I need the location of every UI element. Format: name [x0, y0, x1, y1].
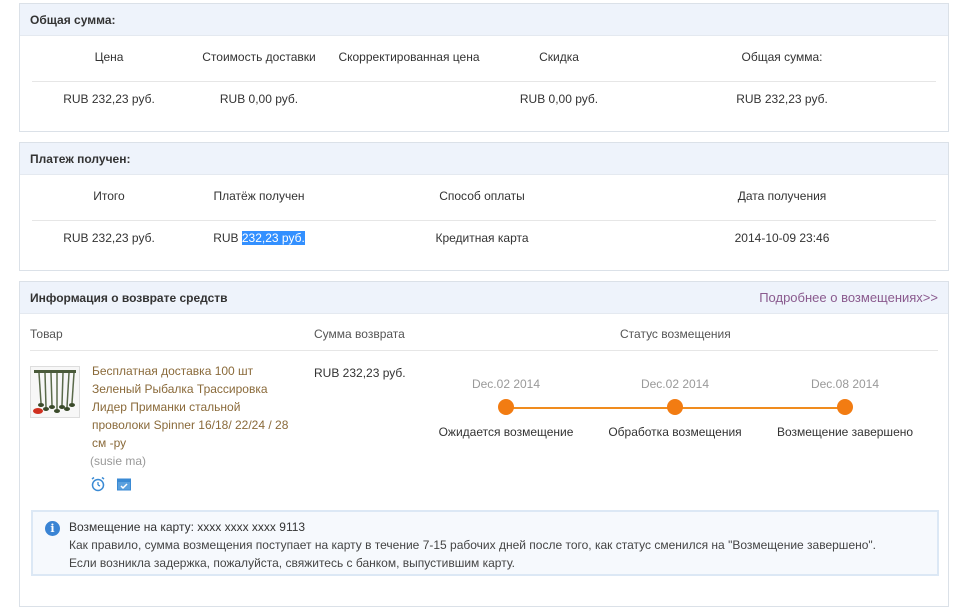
refund-card-label: Возмещение на карту:	[69, 520, 194, 534]
refund-more-link[interactable]: Подробнее о возмещениях>>	[759, 290, 938, 305]
status-step-3-label: Возмещение завершено	[776, 425, 914, 439]
value-discount: RUB 0,00 руб.	[519, 92, 599, 106]
header-price: Цена	[94, 50, 124, 64]
col-product: Товар	[30, 327, 63, 341]
refund-amount: RUB 232,23 руб.	[314, 366, 406, 380]
value-total: RUB 232,23 руб.	[736, 92, 828, 106]
status-step-2-label: Обработка возмещения	[608, 425, 742, 439]
header-discount: Скидка	[539, 50, 579, 64]
refund-card-number: xxxx xxxx xxxx 9113	[197, 520, 306, 534]
status-step-3-dot	[837, 399, 853, 415]
status-step-1-dot	[498, 399, 514, 415]
value-received-date: 2014-10-09 23:46	[734, 231, 830, 245]
value-adjusted-price	[332, 92, 486, 106]
header-payment-received: Платёж получен	[213, 189, 305, 203]
payment-header: Платеж получен:	[20, 143, 948, 175]
refund-panel: Информация о возврате средств Подробнее …	[19, 281, 949, 607]
summary-values-row: RUB 232,23 руб. RUB 0,00 руб. RUB 0,00 р…	[32, 92, 936, 106]
refund-header: Информация о возврате средств Подробнее …	[20, 282, 948, 314]
payment-divider	[32, 220, 936, 221]
seller-name: (susie ma)	[90, 454, 147, 468]
refund-info-text-1: Как правило, сумма возмещения поступает …	[69, 538, 877, 552]
status-step-3-date: Dec.08 2014	[810, 377, 880, 391]
refund-card-line: Возмещение на карту: xxxx xxxx xxxx 9113	[69, 518, 927, 536]
product-thumbnail[interactable]	[30, 366, 80, 418]
status-step-1-label: Ожидается возмещение	[438, 425, 574, 439]
summary-divider	[32, 81, 936, 82]
refund-info-text-2: Если возникла задержка, пожалуйста, свяж…	[69, 556, 515, 570]
summary-headers-row: Цена Стоимость доставки Скорректированна…	[32, 50, 936, 64]
received-amount-selection[interactable]: 232,23 руб.	[241, 231, 305, 245]
product-action-icons	[90, 476, 132, 492]
value-total-sum: RUB 232,23 руб.	[63, 231, 155, 245]
payment-headers-row: Итого Платёж получен Способ оплаты Дата …	[32, 189, 936, 203]
header-shipping: Стоимость доставки	[202, 50, 316, 64]
calendar-icon[interactable]	[116, 476, 132, 492]
alarm-clock-icon[interactable]	[90, 476, 106, 492]
header-adjusted-price: Скорректированная цена	[338, 50, 480, 64]
summary-title: Общая сумма:	[30, 12, 116, 27]
refund-info-box: i Возмещение на карту: xxxx xxxx xxxx 91…	[31, 510, 939, 576]
value-shipping: RUB 0,00 руб.	[219, 92, 299, 106]
header-payment-method: Способ оплаты	[439, 189, 525, 203]
value-price: RUB 232,23 руб.	[63, 92, 155, 106]
payment-title: Платеж получен:	[30, 151, 131, 166]
summary-header: Общая сумма:	[20, 4, 948, 36]
summary-panel: Общая сумма: Цена Стоимость доставки Ско…	[19, 3, 949, 132]
value-payment-method: Кредитная карта	[435, 231, 529, 245]
value-payment-received: RUB 232,23 руб.	[186, 231, 332, 245]
product-title-link[interactable]: Бесплатная доставка 100 шт Зеленый Рыбал…	[92, 362, 297, 452]
header-received-date: Дата получения	[737, 189, 827, 203]
status-step-1-date: Dec.02 2014	[471, 377, 541, 391]
status-step-2-dot	[667, 399, 683, 415]
received-prefix: RUB	[213, 231, 239, 245]
header-total-sum: Итого	[93, 189, 125, 203]
header-total: Общая сумма:	[741, 50, 823, 64]
refund-divider	[30, 350, 938, 351]
col-refund-amount: Сумма возврата	[314, 327, 405, 341]
info-icon: i	[45, 521, 60, 536]
refund-title: Информация о возврате средств	[30, 290, 228, 305]
col-refund-status: Статус возмещения	[620, 327, 731, 341]
payment-panel: Платеж получен: Итого Платёж получен Спо…	[19, 142, 949, 271]
payment-values-row: RUB 232,23 руб. RUB 232,23 руб. Кредитна…	[32, 231, 936, 245]
status-step-2-date: Dec.02 2014	[640, 377, 710, 391]
